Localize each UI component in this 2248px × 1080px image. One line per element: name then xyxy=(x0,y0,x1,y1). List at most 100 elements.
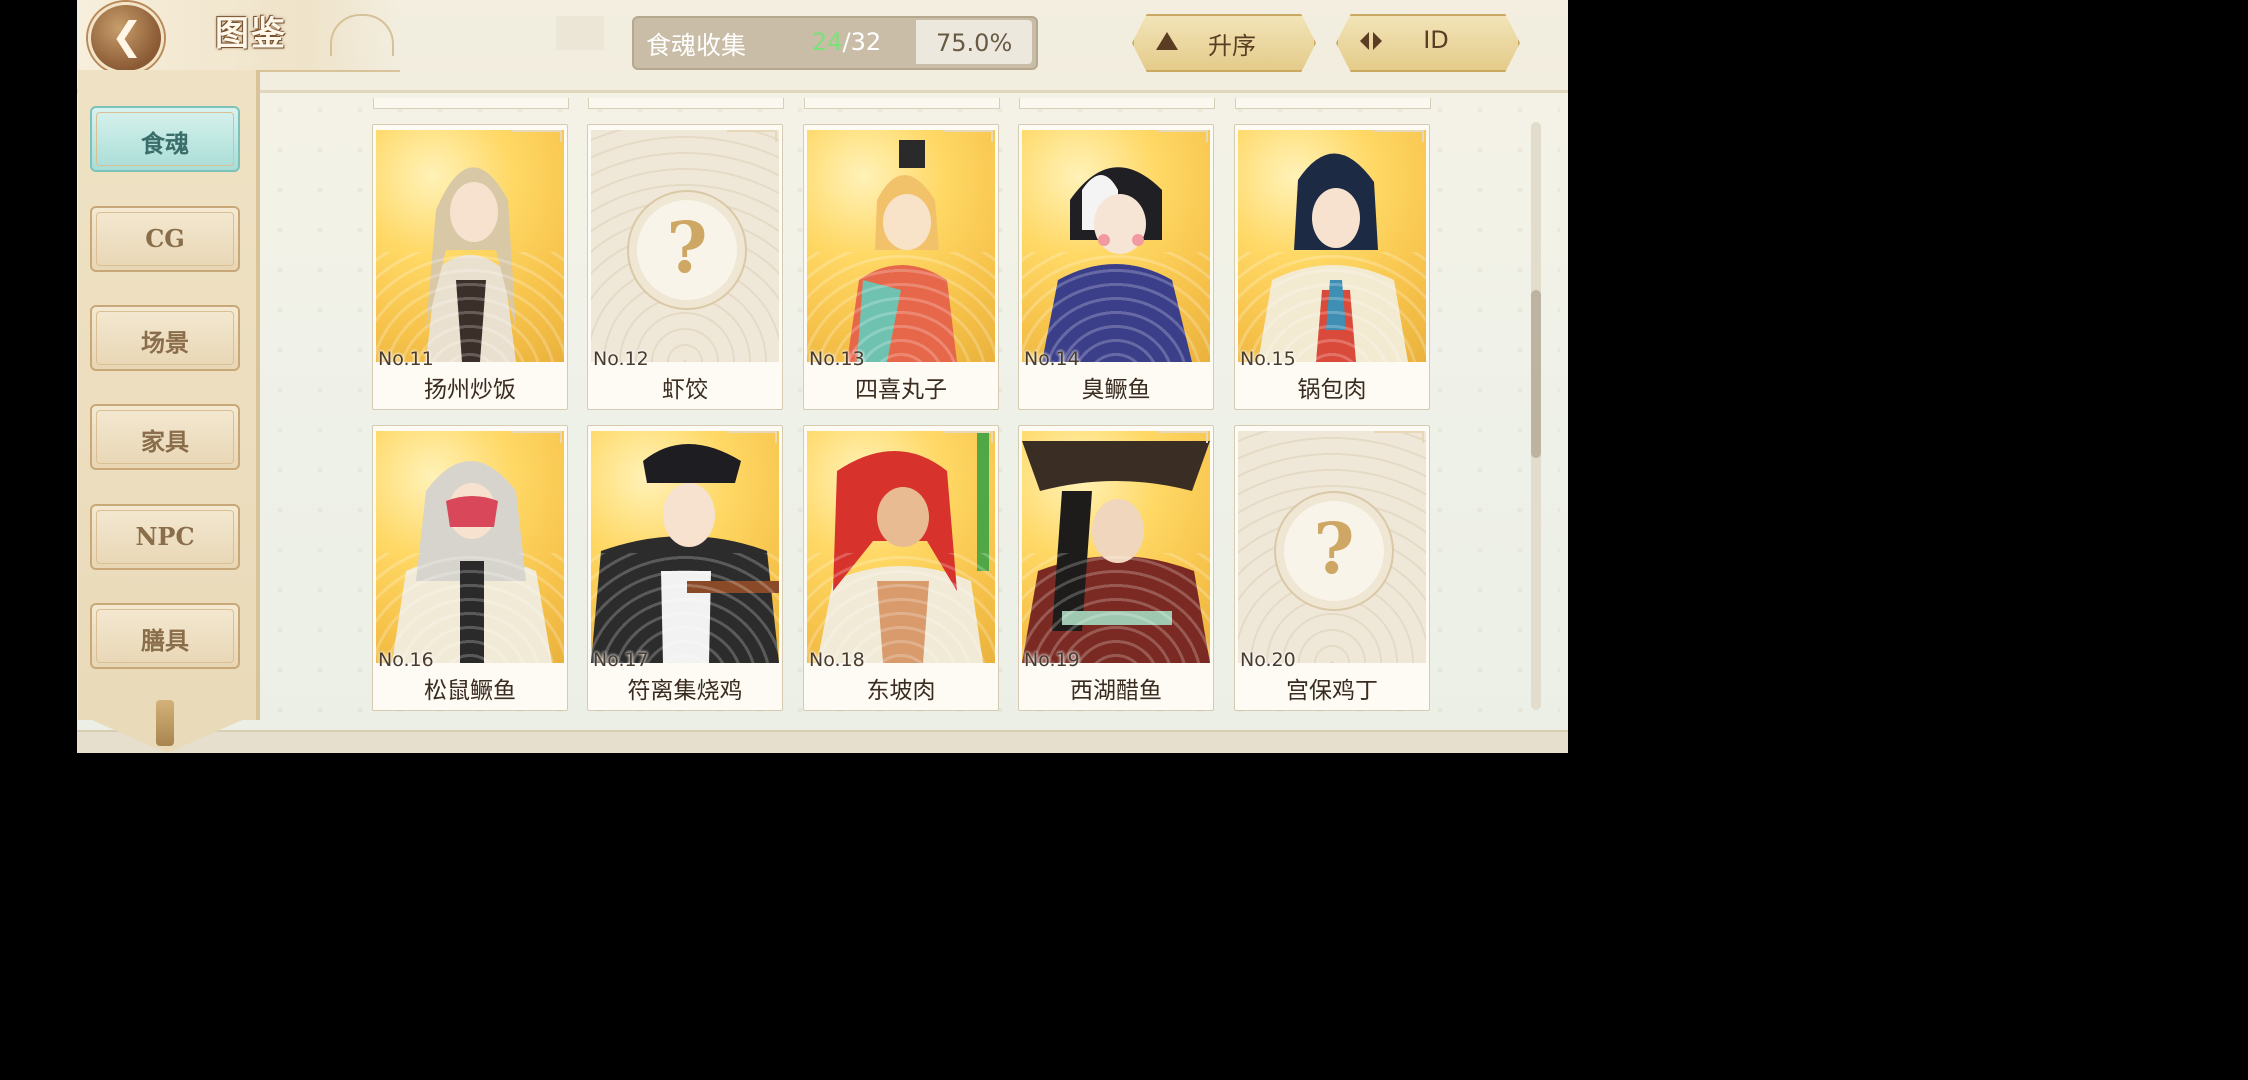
card-corner-ornament xyxy=(1158,130,1208,142)
character-portrait xyxy=(591,431,779,663)
card-corner-ornament xyxy=(727,130,777,142)
card-name: 虾饺 xyxy=(662,377,708,403)
tab-label: CG xyxy=(145,224,185,253)
card-corner-ornament xyxy=(1374,130,1424,142)
card-partial xyxy=(1235,98,1431,109)
card-name: 符离集烧鸡 xyxy=(627,678,743,704)
sort-order-button[interactable]: 升序 xyxy=(1132,14,1316,72)
tab-scenes[interactable]: 场景 xyxy=(90,305,240,371)
card-number: No.14 xyxy=(1024,348,1080,370)
collection-count: 24/32 xyxy=(812,28,881,56)
locked-portrait: ? xyxy=(1238,431,1426,663)
character-portrait xyxy=(376,130,564,362)
question-badge: ? xyxy=(637,200,737,300)
card-name: 东坡肉 xyxy=(866,678,936,704)
letterbox-left xyxy=(0,0,77,753)
sort-key-button[interactable]: ID xyxy=(1336,14,1520,72)
placeholder-block xyxy=(556,16,604,50)
card-no-19[interactable]: No.19 西湖醋鱼 xyxy=(1018,425,1214,711)
character-portrait xyxy=(1238,130,1426,362)
card-corner-ornament xyxy=(1374,431,1424,443)
card-corner-ornament xyxy=(1158,431,1208,443)
card-corner-ornament xyxy=(943,431,993,443)
card-no-18[interactable]: No.18 东坡肉 xyxy=(803,425,999,711)
card-corner-ornament xyxy=(512,431,562,443)
card-name: 西湖醋鱼 xyxy=(1070,678,1162,704)
question-mark-icon: ? xyxy=(1313,507,1355,590)
card-no-16[interactable]: No.16 松鼠鳜鱼 xyxy=(372,425,568,711)
tab-food-souls[interactable]: 食魂 xyxy=(90,106,240,172)
card-number: No.20 xyxy=(1240,649,1296,671)
character-silhouette xyxy=(1258,153,1408,362)
card-corner-ornament xyxy=(943,130,993,142)
card-partial xyxy=(373,98,569,109)
locked-portrait: ? xyxy=(591,130,779,362)
card-number: No.19 xyxy=(1024,649,1080,671)
card-no-14[interactable]: No.14 臭鳜鱼 xyxy=(1018,124,1214,410)
card-partial xyxy=(1019,98,1215,109)
tab-label: 食魂 xyxy=(141,129,189,158)
tab-cg[interactable]: CG xyxy=(90,206,240,272)
tassel-ornament xyxy=(156,700,174,746)
card-name: 扬州炒饭 xyxy=(424,377,516,403)
card-no-15[interactable]: No.15 锅包肉 xyxy=(1234,124,1430,410)
card-name: 宫保鸡丁 xyxy=(1286,678,1378,704)
card-number: No.16 xyxy=(378,649,434,671)
question-badge: ? xyxy=(1284,501,1384,601)
card-number: No.18 xyxy=(809,649,865,671)
character-silhouette xyxy=(426,167,516,362)
card-number: No.17 xyxy=(593,649,649,671)
card-number: No.12 xyxy=(593,348,649,370)
percent-box: 75.0% xyxy=(916,20,1032,64)
card-partial xyxy=(804,98,1000,109)
collection-label: 食魂收集 xyxy=(646,31,747,60)
character-silhouette xyxy=(1042,167,1192,362)
card-name: 松鼠鳜鱼 xyxy=(424,678,516,704)
tab-label: NPC xyxy=(135,522,195,551)
character-portrait xyxy=(1022,431,1210,663)
card-corner-ornament xyxy=(727,431,777,443)
tab-label: 膳具 xyxy=(141,626,189,655)
character-silhouette xyxy=(591,444,779,663)
card-number: No.15 xyxy=(1240,348,1296,370)
tab-label: 家具 xyxy=(141,427,189,456)
tab-furniture[interactable]: 家具 xyxy=(90,404,240,470)
back-button[interactable]: ❮ xyxy=(88,2,164,74)
scrollbar-thumb[interactable] xyxy=(1531,290,1541,458)
bottom-border xyxy=(77,730,1568,753)
card-number: No.11 xyxy=(378,348,434,370)
character-silhouette xyxy=(847,140,957,362)
card-name: 锅包肉 xyxy=(1297,377,1367,403)
page-title: 图鉴 xyxy=(215,14,287,54)
chevron-left-icon: ❮ xyxy=(111,14,143,58)
tab-tableware[interactable]: 膳具 xyxy=(90,603,240,669)
character-portrait xyxy=(807,431,995,663)
question-mark-icon: ? xyxy=(666,206,708,289)
total-count: /32 xyxy=(842,28,882,56)
vertical-scrollbar[interactable] xyxy=(1531,122,1541,710)
collection-progress: 食魂收集 24/32 75.0% xyxy=(632,16,1038,70)
card-partial xyxy=(588,98,784,109)
card-no-17[interactable]: No.17 符离集烧鸡 xyxy=(587,425,783,711)
card-no-11[interactable]: No.11 扬州炒饭 xyxy=(372,124,568,410)
character-silhouette xyxy=(1022,441,1210,663)
card-name: 臭鳜鱼 xyxy=(1081,377,1151,403)
collection-percent: 75.0% xyxy=(936,29,1013,57)
app-root: ❮ 图鉴 食魂收集 24/32 75.0% 升序 ID 食魂 CG 场景 家具 xyxy=(0,0,1568,753)
card-number: No.13 xyxy=(809,348,865,370)
tab-npc[interactable]: NPC xyxy=(90,504,240,570)
tab-label: 场景 xyxy=(141,328,189,357)
sort-order-label: 升序 xyxy=(1208,32,1256,60)
card-no-20[interactable]: ? No.20 宫保鸡丁 xyxy=(1234,425,1430,711)
character-silhouette xyxy=(392,461,552,663)
character-portrait xyxy=(376,431,564,663)
character-portrait xyxy=(807,130,995,362)
collected-count: 24 xyxy=(812,28,843,56)
sort-key-label: ID xyxy=(1423,26,1449,54)
card-name: 四喜丸子 xyxy=(855,377,947,403)
card-no-13[interactable]: No.13 四喜丸子 xyxy=(803,124,999,410)
character-portrait xyxy=(1022,130,1210,362)
character-silhouette xyxy=(817,431,989,663)
card-no-12[interactable]: ? No.12 虾饺 xyxy=(587,124,783,410)
card-corner-ornament xyxy=(512,130,562,142)
